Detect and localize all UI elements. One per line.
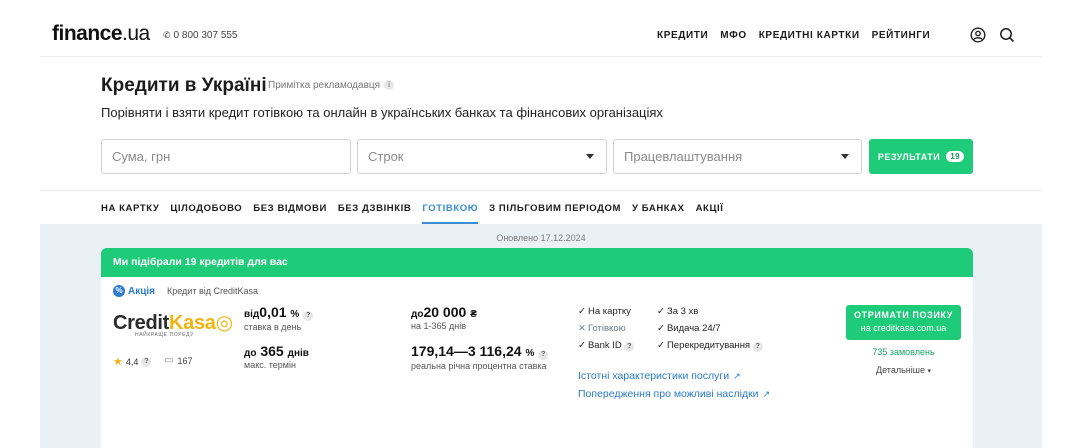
rating: ★ 4,4? xyxy=(113,355,152,368)
help-icon[interactable]: ? xyxy=(303,311,314,321)
lender-name: Кредит від CreditKasa xyxy=(167,286,259,296)
sum-input[interactable]: Сума, грн xyxy=(101,139,351,174)
results-panel: Оновлено 17.12.2024 Ми підібрали 19 кред… xyxy=(40,224,1042,448)
check-icon: ✓ xyxy=(578,306,586,317)
help-icon[interactable]: ? xyxy=(624,342,635,352)
check-icon: ✓ xyxy=(657,323,665,334)
feature-cash: ✕ Готівкою xyxy=(578,323,626,334)
feature-to-card: ✓ На картку xyxy=(578,306,631,317)
help-icon[interactable]: ? xyxy=(752,342,763,352)
phone-number[interactable]: ✆ 0 800 307 555 xyxy=(163,30,238,41)
tab-in-banks[interactable]: У БАНКАХ xyxy=(632,203,685,214)
help-icon[interactable]: ? xyxy=(141,356,152,367)
details-toggle[interactable]: Детальніше ▾ xyxy=(846,365,961,375)
external-link-icon: ↗ xyxy=(733,371,741,381)
external-link-icon: ↗ xyxy=(762,389,771,399)
advertiser-note[interactable]: Примітка рекламодавця i xyxy=(268,80,395,91)
chevron-down-icon xyxy=(841,154,849,159)
results-header: Ми підібрали 19 кредитів для вас xyxy=(101,248,973,277)
tab-no-refusal[interactable]: БЕЗ ВІДМОВИ xyxy=(253,203,327,214)
tab-promotions[interactable]: АКЦІЇ xyxy=(696,203,724,214)
promo-badge: % Акція xyxy=(113,285,155,297)
tab-no-calls[interactable]: БЕЗ ДЗВІНКІВ xyxy=(338,203,411,214)
reviews-count[interactable]: ▭ 167 xyxy=(164,355,192,366)
service-characteristics-link[interactable]: Істотні характеристики послуги ↗ xyxy=(578,370,741,382)
results-button[interactable]: РЕЗУЛЬТАТИ 19 xyxy=(869,139,973,174)
get-loan-button[interactable]: ОТРИМАТИ ПОЗИКУ на creditkasa.com.ua xyxy=(846,305,961,340)
nav-item-mfo[interactable]: МФО xyxy=(720,30,746,41)
feature-24-7: ✓ Видача 24/7 xyxy=(657,323,721,334)
results-count-badge: 19 xyxy=(946,151,965,162)
page-subtitle: Порівняти і взяти кредит готівкою та онл… xyxy=(101,105,663,120)
cross-icon: ✕ xyxy=(578,323,586,334)
main-nav: КРЕДИТИ МФО КРЕДИТНІ КАРТКИ РЕЙТИНГИ xyxy=(657,30,942,41)
info-icon[interactable]: i xyxy=(384,80,395,91)
orders-count: 735 замовлень xyxy=(872,347,935,357)
page-title: Кредити в Україні xyxy=(101,75,267,96)
site-header: finance.ua ✆ 0 800 307 555 КРЕДИТИ МФО КР… xyxy=(0,0,1080,72)
star-icon: ★ xyxy=(113,356,123,368)
daily-rate: від0,01 % ? ставка в день xyxy=(244,304,314,332)
search-icon[interactable] xyxy=(999,27,1015,43)
header-divider xyxy=(40,56,1042,57)
employment-select[interactable]: Працевлаштування xyxy=(613,139,862,174)
tab-grace-period[interactable]: З ПІЛЬГОВИМ ПЕРІОДОМ xyxy=(489,203,621,214)
check-icon: ✓ xyxy=(657,306,665,317)
filter-divider xyxy=(40,190,1042,191)
coin-icon: ◎ xyxy=(215,312,233,334)
tab-cash[interactable]: ГОТІВКОЮ xyxy=(422,203,478,224)
nav-item-credits[interactable]: КРЕДИТИ xyxy=(657,30,708,41)
warnings-link[interactable]: Попередження про можливі наслідки ↗ xyxy=(578,388,770,400)
feature-refinancing: ✓ Перекредитування ? xyxy=(657,340,763,352)
feature-bank-id: ✓ Bank ID ? xyxy=(578,340,635,352)
nav-item-credit-cards[interactable]: КРЕДИТНІ КАРТКИ xyxy=(759,30,860,41)
lender-tagline: НАЙКРАЩЕ ПОРЕДУ xyxy=(135,332,194,338)
chevron-down-icon xyxy=(586,154,594,159)
user-icon[interactable] xyxy=(970,27,986,43)
tab-to-card[interactable]: НА КАРТКУ xyxy=(101,203,159,214)
check-icon: ✓ xyxy=(657,340,665,351)
category-tabs: НА КАРТКУ ЦІЛОДОБОВО БЕЗ ВІДМОВИ БЕЗ ДЗВ… xyxy=(101,203,734,224)
tab-24-7[interactable]: ЦІЛОДОБОВО xyxy=(170,203,242,214)
nav-item-ratings[interactable]: РЕЙТИНГИ xyxy=(872,30,931,41)
promo-icon: % xyxy=(113,285,125,297)
annual-rate: 179,14—3 116,24 % ? реальна річна процен… xyxy=(411,343,549,371)
help-icon[interactable]: ? xyxy=(538,350,549,360)
site-logo[interactable]: finance.ua xyxy=(52,22,150,46)
phone-icon: ✆ xyxy=(163,30,171,40)
check-icon: ✓ xyxy=(578,340,586,351)
max-term: до 365 днів макс. термін xyxy=(244,343,309,370)
max-amount: до20 000 ₴ на 1-365 днів xyxy=(411,304,477,331)
offer-card: % Акція Кредит від CreditKasa CreditKasa◎… xyxy=(101,277,973,448)
comment-icon: ▭ xyxy=(164,355,174,366)
caret-down-icon: ▾ xyxy=(927,368,931,375)
feature-3-min: ✓ За 3 хв xyxy=(657,306,699,317)
updated-date: Оновлено 17.12.2024 xyxy=(496,233,586,243)
term-select[interactable]: Строк xyxy=(357,139,607,174)
